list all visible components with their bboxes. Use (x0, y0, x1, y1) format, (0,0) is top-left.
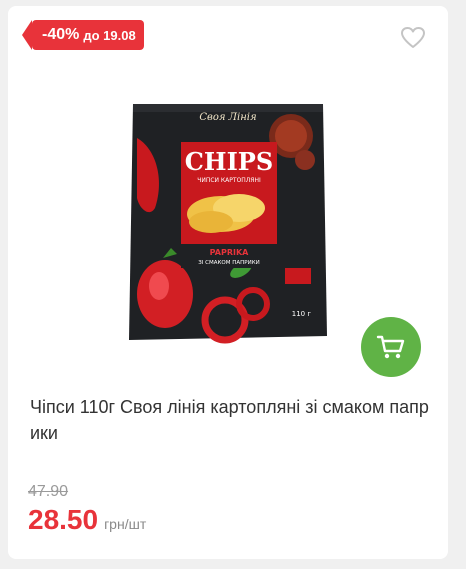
discount-badge: -40% до 19.08 (22, 20, 144, 50)
price-row: 28.50 грн/шт (28, 504, 146, 536)
bag-flavor-sub-text: ЗІ СМАКОМ ПАПРИКИ (198, 260, 259, 266)
bag-subtitle-text: ЧИПСИ КАРТОПЛЯНІ (197, 177, 261, 184)
product-card[interactable]: -40% до 19.08 Своя Лінія CHIPS ЧИПСИ КАР… (8, 6, 448, 559)
bag-brand-text: Своя Лінія (199, 112, 256, 123)
old-price: 47.90 (28, 483, 69, 500)
discount-percent: -40% (42, 26, 80, 43)
current-price: 28.50 (28, 504, 99, 535)
favorite-heart-icon[interactable] (400, 26, 426, 50)
bag-name-text: CHIPS (185, 147, 273, 176)
bag-weight-text: 110 г (292, 310, 312, 318)
price-unit: грн/шт (104, 516, 147, 532)
discount-valid-until: до 19.08 (83, 27, 136, 43)
bag-flavor-text: PAPRIKA (210, 248, 250, 257)
cart-icon (376, 335, 405, 359)
product-image[interactable]: Своя Лінія CHIPS ЧИПСИ КАРТОПЛЯНІ PAPRIK… (125, 98, 331, 348)
product-title[interactable]: Чіпси 110г Своя лінія картопляні зі смак… (30, 394, 430, 446)
add-to-cart-button[interactable] (361, 317, 421, 377)
